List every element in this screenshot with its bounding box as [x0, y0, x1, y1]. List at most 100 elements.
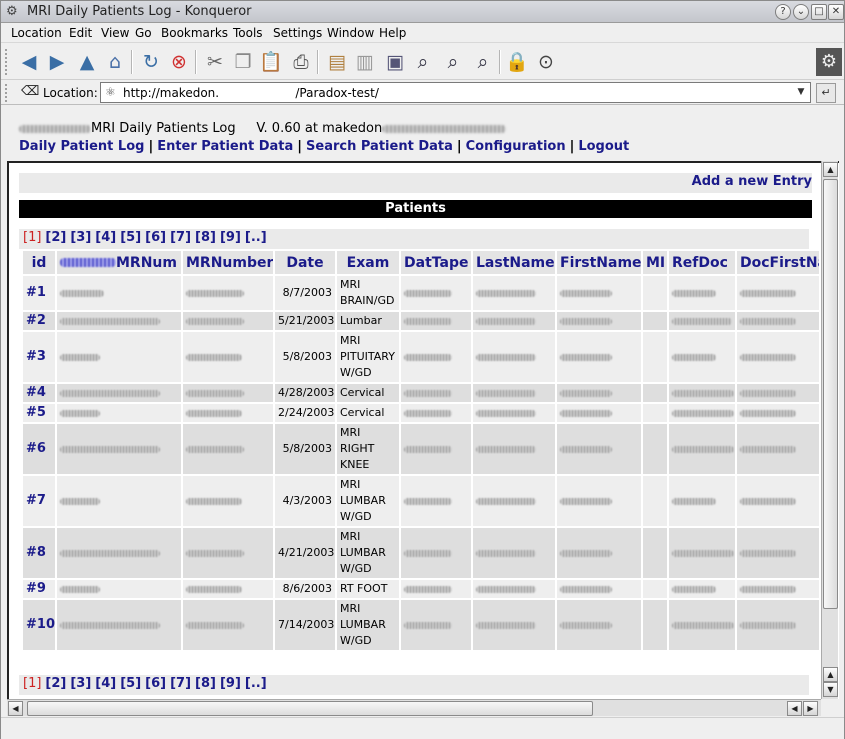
redacted-text: [186, 389, 244, 397]
pager-link[interactable]: [5]: [120, 230, 141, 245]
column-header[interactable]: DatTape: [399, 249, 473, 276]
pager-link[interactable]: [..]: [245, 230, 267, 245]
horizontal-scrollbar[interactable]: ◀ ◀ ▶: [7, 699, 821, 716]
pager-link[interactable]: [7]: [170, 230, 191, 245]
new-folder-icon[interactable]: ▤: [325, 50, 349, 74]
go-button[interactable]: ↵: [816, 83, 836, 103]
vertical-scrollbar[interactable]: ▲ ▲ ▼: [821, 161, 838, 699]
row-id-link[interactable]: #7: [26, 493, 46, 508]
row-id-link[interactable]: #3: [26, 349, 46, 364]
back-icon[interactable]: ◀: [17, 50, 41, 74]
pager-link[interactable]: [8]: [195, 676, 216, 691]
copy-icon[interactable]: ❐: [231, 50, 255, 74]
row-id-link[interactable]: #8: [26, 545, 46, 560]
row-id-link[interactable]: #5: [26, 405, 46, 420]
pager-link[interactable]: [5]: [120, 676, 141, 691]
add-new-entry-link[interactable]: Add a new Entry: [692, 174, 812, 189]
pager-link[interactable]: [2]: [45, 230, 66, 245]
nav-configuration[interactable]: Configuration: [466, 139, 566, 154]
menu-location[interactable]: Location: [11, 25, 62, 41]
row-id-link[interactable]: #9: [26, 581, 46, 596]
menu-edit[interactable]: Edit: [69, 25, 92, 41]
scroll-down-icon[interactable]: ▼: [823, 682, 838, 697]
redacted-text: [672, 445, 734, 453]
clear-location-icon[interactable]: ⌫: [21, 84, 39, 100]
column-header[interactable]: Exam: [335, 249, 401, 276]
url-field[interactable]: ⚛ ▼: [100, 82, 811, 103]
nav-enter-patient-data[interactable]: Enter Patient Data: [157, 139, 293, 154]
scroll-down-icon[interactable]: ▲: [823, 667, 838, 682]
column-header[interactable]: id: [21, 249, 57, 276]
menu-window[interactable]: Window: [327, 25, 374, 41]
horizontal-scroll-thumb[interactable]: [27, 701, 593, 716]
row-id-link[interactable]: #6: [26, 441, 46, 456]
zoom-in-icon[interactable]: ⌕: [441, 50, 465, 74]
date-cell: 5/8/2003: [273, 422, 337, 476]
column-header[interactable]: Date: [273, 249, 337, 276]
zoom-out-icon[interactable]: ⌕: [471, 50, 495, 74]
paste-icon[interactable]: 📋: [259, 50, 283, 74]
url-history-dropdown-icon[interactable]: ▼: [794, 85, 808, 100]
column-header[interactable]: DocFirstNa: [735, 249, 819, 276]
menu-settings[interactable]: Settings: [273, 25, 322, 41]
column-header[interactable]: RefDoc: [667, 249, 737, 276]
row-id-link[interactable]: #4: [26, 385, 46, 400]
cut-icon[interactable]: ✂: [203, 50, 227, 74]
location-bar-grip[interactable]: [5, 84, 10, 102]
scroll-left-icon[interactable]: ◀: [787, 701, 802, 716]
url-input[interactable]: [123, 84, 783, 101]
close-window-button[interactable]: ✕: [828, 4, 844, 20]
home-icon[interactable]: ⌂: [103, 50, 127, 74]
pager-link[interactable]: [3]: [70, 230, 91, 245]
menu-help[interactable]: Help: [379, 25, 406, 41]
delete-icon[interactable]: ▥: [353, 50, 377, 74]
konqueror-app-icon[interactable]: ⚙: [6, 4, 20, 19]
print-icon[interactable]: ⎙: [289, 50, 313, 74]
scroll-up-icon[interactable]: ▲: [823, 162, 838, 177]
menu-go[interactable]: Go: [135, 25, 152, 41]
row-id-link[interactable]: #1: [26, 285, 46, 300]
row-id-link[interactable]: #2: [26, 313, 46, 328]
nav-daily-patient-log[interactable]: Daily Patient Log: [19, 139, 144, 154]
nav-search-patient-data[interactable]: Search Patient Data: [306, 139, 453, 154]
pager-link[interactable]: [..]: [245, 676, 267, 691]
scroll-right-icon[interactable]: ▶: [803, 701, 818, 716]
column-header[interactable]: MI: [641, 249, 669, 276]
menu-tools[interactable]: Tools: [233, 25, 263, 41]
up-icon[interactable]: ▲: [75, 50, 99, 74]
pager-link[interactable]: [6]: [145, 230, 166, 245]
lock-icon[interactable]: 🔒: [505, 50, 529, 74]
nav-logout[interactable]: Logout: [578, 139, 629, 154]
column-header-mrnum[interactable]: MRNum: [55, 249, 183, 276]
column-header[interactable]: LastName: [471, 249, 557, 276]
row-id-link[interactable]: #10: [26, 617, 54, 632]
pager-link[interactable]: [4]: [95, 230, 116, 245]
pager-link[interactable]: [7]: [170, 676, 191, 691]
pager-link[interactable]: [3]: [70, 676, 91, 691]
menu-view[interactable]: View: [101, 25, 129, 41]
dattape-cell: [399, 274, 473, 312]
stop-icon[interactable]: ⊗: [167, 50, 191, 74]
pager-link[interactable]: [8]: [195, 230, 216, 245]
settings-gear-icon[interactable]: ⚙: [816, 48, 842, 76]
table-row: #6 5/8/2003 MRI RIGHT KNEE: [21, 422, 819, 476]
pager-link[interactable]: [2]: [45, 676, 66, 691]
pager-link[interactable]: [9]: [220, 676, 241, 691]
forward-icon[interactable]: ▶: [45, 50, 69, 74]
help-window-button[interactable]: ?: [775, 4, 791, 20]
reload-icon[interactable]: ↻: [139, 50, 163, 74]
scroll-left-icon[interactable]: ◀: [8, 701, 23, 716]
vertical-scroll-thumb[interactable]: [823, 179, 838, 609]
zoom-icon[interactable]: ⌕: [411, 50, 435, 74]
menu-bookmarks[interactable]: Bookmarks: [161, 25, 228, 41]
column-header[interactable]: MRNumber: [181, 249, 275, 276]
pager-link[interactable]: [6]: [145, 676, 166, 691]
maximize-window-button[interactable]: □: [811, 4, 827, 20]
column-header[interactable]: FirstName: [555, 249, 643, 276]
pager-link[interactable]: [4]: [95, 676, 116, 691]
download-icon[interactable]: ⊙: [534, 50, 558, 74]
find-icon[interactable]: ▣: [383, 50, 407, 74]
toolbar-grip[interactable]: [5, 49, 10, 75]
pager-link[interactable]: [9]: [220, 230, 241, 245]
shade-window-button[interactable]: ⌄: [793, 4, 809, 20]
